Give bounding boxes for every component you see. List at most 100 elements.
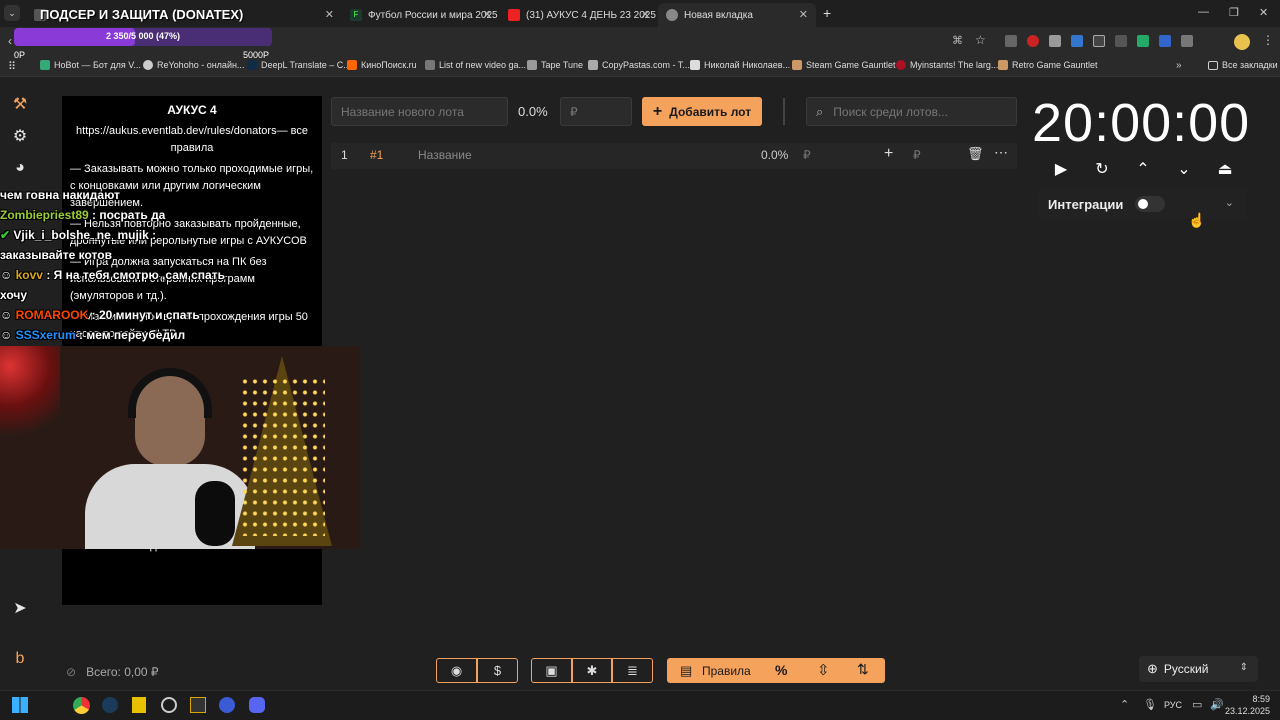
- youtube-icon: [508, 9, 520, 21]
- rules-book-icon: ▤: [680, 663, 693, 678]
- trash-icon[interactable]: 🗑: [967, 146, 984, 162]
- extension-icon[interactable]: [1115, 35, 1127, 47]
- clock-date[interactable]: 23.12.2025: [1222, 706, 1270, 716]
- lot-id: #1: [370, 148, 384, 162]
- obs-icon[interactable]: [161, 697, 177, 713]
- add-lot-button[interactable]: + Добавить лот: [642, 97, 762, 126]
- bookmark-item[interactable]: Steam Game Gauntlet: [792, 60, 896, 70]
- rules-button[interactable]: Правила: [702, 664, 751, 678]
- lot-name-input[interactable]: Название: [418, 148, 472, 162]
- close-icon[interactable]: ✕: [483, 8, 492, 21]
- bookmark-item[interactable]: DeepL Translate – C...: [247, 60, 351, 70]
- microphone-icon[interactable]: 🎙: [1143, 698, 1157, 711]
- new-lot-name-input[interactable]: Название нового лота: [331, 97, 508, 126]
- integrations-toggle[interactable]: [1135, 196, 1166, 212]
- rules-link[interactable]: https://aukus.eventlab.dev/rules/donator…: [70, 123, 314, 157]
- bookmark-item[interactable]: List of new video ga...: [425, 60, 526, 70]
- puzzle-icon[interactable]: [1181, 35, 1193, 47]
- percent-icon[interactable]: %: [775, 662, 787, 678]
- lot-amount-input[interactable]: ₽: [913, 148, 921, 162]
- all-bookmarks[interactable]: Все закладки: [1208, 60, 1278, 70]
- clear-list-icon: ≣: [627, 662, 638, 678]
- double-up-icon[interactable]: ⏏: [1214, 158, 1236, 180]
- extension-icon[interactable]: [1005, 35, 1017, 47]
- chevron-down-icon[interactable]: ⌄: [1173, 158, 1195, 180]
- integrations-panel[interactable]: Интеграции ⌄: [1038, 189, 1246, 219]
- bookmark-item[interactable]: Николай Николаев...: [690, 60, 790, 70]
- split-icon[interactable]: ⇳: [817, 661, 830, 679]
- discord-icon[interactable]: [249, 697, 265, 713]
- bug-button[interactable]: ✱: [572, 658, 612, 683]
- donation-goal-bar: 2 350/5 000 (47%): [14, 28, 272, 46]
- chrome-icon[interactable]: [73, 697, 90, 714]
- new-tab-button[interactable]: +: [823, 5, 831, 21]
- tab-youtube[interactable]: (31) АУКУС 4 ДЕНЬ 23 2025 - Y ✕: [500, 3, 658, 27]
- windows-start-icon[interactable]: [12, 697, 28, 713]
- extension-icon[interactable]: [1093, 35, 1105, 47]
- clear-button[interactable]: ≣: [612, 658, 653, 683]
- keyboard-language[interactable]: РУС: [1164, 700, 1182, 710]
- close-window-button[interactable]: ✕: [1259, 6, 1268, 19]
- more-bookmarks-icon[interactable]: »: [1176, 60, 1182, 71]
- network-icon[interactable]: ▭: [1192, 698, 1202, 711]
- bookmark-favicon: [347, 60, 357, 70]
- app-icon[interactable]: [190, 697, 206, 713]
- github-button[interactable]: ◉: [436, 658, 477, 683]
- bookmark-item[interactable]: КиноПоиск.ru: [347, 60, 417, 70]
- lot-search-input[interactable]: ⌕ Поиск среди лотов...: [806, 97, 1017, 126]
- eye-off-icon[interactable]: ⊘: [66, 665, 76, 679]
- folder-icon: [1208, 60, 1218, 70]
- bookmark-item[interactable]: ReYohoho - онлайн...: [143, 60, 244, 70]
- language-select[interactable]: ⊕ Русский ⇕: [1139, 656, 1258, 682]
- tab-football[interactable]: F Футбол России и мира 2025 - ✕: [342, 3, 500, 27]
- gear-icon[interactable]: ⚙: [10, 126, 30, 146]
- bookmark-item[interactable]: Myinstants! The larg...: [896, 60, 998, 70]
- chat-line: ☺ kovv : Я на тебя смотрю ,сам спать: [0, 268, 225, 282]
- bookmark-item[interactable]: Tape Tune: [527, 60, 583, 70]
- translate-icon[interactable]: ⌘: [952, 34, 963, 47]
- back-icon[interactable]: ‹: [8, 34, 12, 48]
- new-lot-amount-input[interactable]: ₽: [560, 97, 632, 126]
- extension-icon[interactable]: [1027, 35, 1039, 47]
- lot-percent: 0.0%: [761, 148, 789, 162]
- bookmark-item[interactable]: HoBot — Бот для V...: [40, 60, 141, 70]
- chevron-down-icon[interactable]: ⌄: [1225, 196, 1234, 209]
- clock-time[interactable]: 8:59: [1222, 694, 1270, 704]
- more-dots-icon[interactable]: ⋯: [994, 144, 1008, 161]
- minimize-button[interactable]: —: [1198, 6, 1209, 18]
- add-amount-icon[interactable]: +: [884, 145, 893, 163]
- app-icon[interactable]: [132, 697, 146, 713]
- restore-button[interactable]: ❐: [1229, 6, 1239, 19]
- hammer-icon[interactable]: ⚒: [10, 94, 30, 114]
- bookmark-item[interactable]: CopyPastas.com - T...: [588, 60, 690, 70]
- sort-icon[interactable]: ⇅: [857, 661, 869, 678]
- close-icon[interactable]: ✕: [799, 8, 808, 21]
- save-icon: ▣: [545, 662, 558, 678]
- play-icon[interactable]: ▶: [1050, 158, 1072, 180]
- tab-search-button[interactable]: ⌄: [4, 5, 20, 21]
- chat-username: SSSxerum: [15, 328, 76, 342]
- extension-icon[interactable]: [1137, 35, 1149, 47]
- bookmark-item[interactable]: Retro Game Gauntlet: [998, 60, 1098, 70]
- extension-icon[interactable]: [1049, 35, 1061, 47]
- reset-icon[interactable]: ↻: [1091, 158, 1113, 180]
- telegram-icon[interactable]: ➤: [10, 598, 30, 618]
- extension-icon[interactable]: [1071, 35, 1083, 47]
- chevron-up-icon[interactable]: ⌃: [1132, 158, 1154, 180]
- profile-avatar[interactable]: [1234, 34, 1250, 50]
- tab-new[interactable]: Новая вкладка ✕: [658, 3, 816, 27]
- star-icon[interactable]: ☆: [975, 33, 986, 47]
- steam-icon[interactable]: [102, 697, 118, 713]
- apps-grid-icon[interactable]: ⠿: [8, 60, 16, 73]
- close-icon[interactable]: ✕: [641, 8, 650, 21]
- close-icon[interactable]: ✕: [325, 8, 334, 21]
- chat-badge-icon: ☺: [0, 328, 13, 342]
- menu-dots-icon[interactable]: ⋮: [1262, 33, 1274, 47]
- donate-button[interactable]: $: [477, 658, 518, 683]
- tray-chevron-icon[interactable]: ⌃: [1120, 698, 1129, 711]
- app-icon[interactable]: [219, 697, 235, 713]
- boosty-icon[interactable]: b: [10, 649, 30, 669]
- save-button[interactable]: ▣: [531, 658, 572, 683]
- extension-icon[interactable]: [1159, 35, 1171, 47]
- wheel-icon[interactable]: ◕: [10, 158, 30, 178]
